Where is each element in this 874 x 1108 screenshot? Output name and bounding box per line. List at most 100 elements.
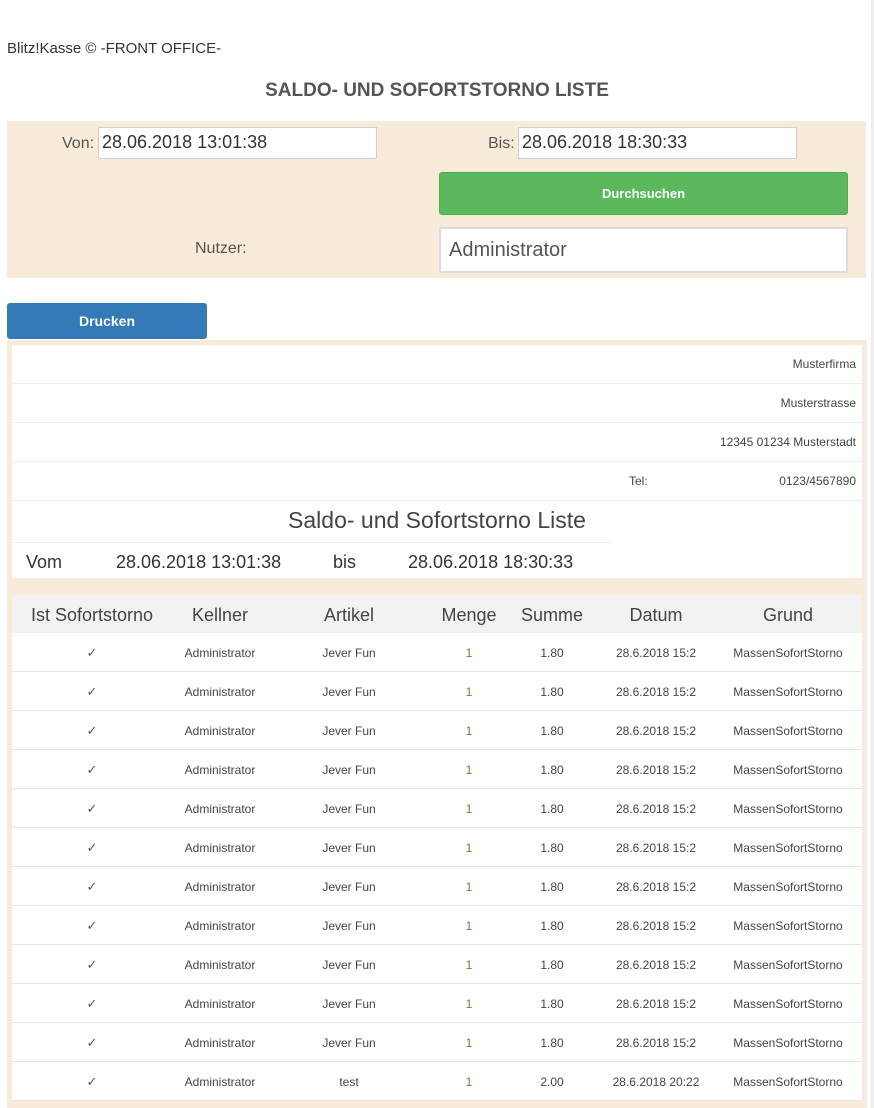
cell-datum: 28.6.2018 15:2 xyxy=(615,1036,697,1050)
cell-menge: 1 xyxy=(465,997,473,1011)
cell-artikel: Jever Fun xyxy=(322,1036,376,1050)
cell-menge: 1 xyxy=(465,1075,473,1089)
column-header-grund: Grund xyxy=(762,605,814,625)
cell-datum: 28.6.2018 15:2 xyxy=(615,997,697,1011)
phone-number: 0123/4567890 xyxy=(779,474,856,488)
checkmark-icon: ✓ xyxy=(86,918,98,933)
checkmark-icon: ✓ xyxy=(86,723,98,738)
checkmark-icon: ✓ xyxy=(86,801,98,816)
cell-datum: 28.6.2018 15:2 xyxy=(615,646,697,660)
phone-row: Tel: 0123/4567890 xyxy=(12,462,862,501)
checkmark-icon: ✓ xyxy=(86,957,98,972)
cell-menge: 1 xyxy=(465,685,473,699)
cell-grund: MassenSofortStorno xyxy=(733,802,843,816)
cell-menge: 1 xyxy=(465,1036,473,1050)
from-datetime-input[interactable]: 28.06.2018 13:01:38 xyxy=(98,127,377,159)
range-to-label: bis xyxy=(333,552,357,572)
checkmark-icon: ✓ xyxy=(86,1074,98,1089)
street-row: Musterstrasse xyxy=(12,384,862,423)
cell-kellner: Administrator xyxy=(184,919,256,933)
to-datetime-input[interactable]: 28.06.2018 18:30:33 xyxy=(518,127,797,159)
search-button[interactable]: Durchsuchen xyxy=(439,172,848,215)
cell-datum: 28.6.2018 15:2 xyxy=(615,919,697,933)
cell-menge: 1 xyxy=(465,958,473,972)
cell-artikel: Jever Fun xyxy=(322,997,376,1011)
cell-datum: 28.6.2018 15:2 xyxy=(615,685,697,699)
cell-grund: MassenSofortStorno xyxy=(733,997,843,1011)
cell-summe: 1.80 xyxy=(540,763,564,777)
cell-menge: 1 xyxy=(465,724,473,738)
table-row: ✓ Administrator Jever Fun 1 1.80 28.6.2018 15… xyxy=(12,1023,862,1062)
cell-summe: 2.00 xyxy=(540,1075,564,1089)
cell-artikel: test xyxy=(339,1075,359,1089)
cell-grund: MassenSofortStorno xyxy=(733,1036,843,1050)
table-row: ✓ Administrator test 1 2.00 28.6.2018 20:22 Ma… xyxy=(12,1062,862,1101)
phone-label: Tel: xyxy=(629,474,648,488)
cell-kellner: Administrator xyxy=(184,997,256,1011)
cell-artikel: Jever Fun xyxy=(322,880,376,894)
cell-kellner: Administrator xyxy=(184,841,256,855)
table-row: ✓ Administrator Jever Fun 1 1.80 28.6.2018 15… xyxy=(12,984,862,1023)
report-title: Saldo- und Sofortstorno Liste xyxy=(288,507,586,533)
city-row: 12345 01234 Musterstadt xyxy=(12,423,862,462)
cell-datum: 28.6.2018 15:2 xyxy=(615,724,697,738)
table-row: ✓ Administrator Jever Fun 1 1.80 28.6.2018 15… xyxy=(12,906,862,945)
to-label: Bis: xyxy=(488,135,515,152)
company-street: Musterstrasse xyxy=(780,396,856,410)
checkmark-icon: ✓ xyxy=(86,996,98,1011)
cell-menge: 1 xyxy=(465,763,473,777)
checkmark-icon: ✓ xyxy=(86,1035,98,1050)
cell-summe: 1.80 xyxy=(540,1036,564,1050)
from-label: Von: xyxy=(62,135,95,152)
checkmark-icon: ✓ xyxy=(86,879,98,894)
cell-datum: 28.6.2018 15:2 xyxy=(615,958,697,972)
app-title: Blitz!Kasse © -FRONT OFFICE- xyxy=(7,40,222,57)
cell-menge: 1 xyxy=(465,880,473,894)
cell-menge: 1 xyxy=(465,841,473,855)
filter-panel: Von: 28.06.2018 13:01:38 Bis: 28.06.2018… xyxy=(7,121,866,278)
checkmark-icon: ✓ xyxy=(86,684,98,699)
cell-summe: 1.80 xyxy=(540,724,564,738)
cell-artikel: Jever Fun xyxy=(322,919,376,933)
print-button[interactable]: Drucken xyxy=(7,303,207,339)
column-header-kellner: Kellner xyxy=(191,605,249,625)
cell-kellner: Administrator xyxy=(184,802,256,816)
cell-artikel: Jever Fun xyxy=(322,724,376,738)
cell-kellner: Administrator xyxy=(184,724,256,738)
column-header-artikel: Artikel xyxy=(323,605,374,625)
page-title: SALDO- UND SOFORTSTORNO LISTE xyxy=(265,80,609,101)
table-row: ✓ Administrator Jever Fun 1 1.80 28.6.2018 15… xyxy=(12,789,862,828)
cell-menge: 1 xyxy=(465,802,473,816)
table-row: ✓ Administrator Jever Fun 1 1.80 28.6.2018 15… xyxy=(12,867,862,906)
cell-menge: 1 xyxy=(465,919,473,933)
cell-summe: 1.80 xyxy=(540,802,564,816)
cell-artikel: Jever Fun xyxy=(322,646,376,660)
cell-kellner: Administrator xyxy=(184,880,256,894)
cell-summe: 1.80 xyxy=(540,919,564,933)
table-row: ✓ Administrator Jever Fun 1 1.80 28.6.2018 15… xyxy=(12,750,862,789)
cell-datum: 28.6.2018 15:2 xyxy=(615,841,697,855)
cell-kellner: Administrator xyxy=(184,1075,256,1089)
cell-grund: MassenSofortStorno xyxy=(733,841,843,855)
table-row: ✓ Administrator Jever Fun 1 1.80 28.6.2018 15… xyxy=(12,828,862,867)
cell-artikel: Jever Fun xyxy=(322,763,376,777)
table-row: ✓ Administrator Jever Fun 1 1.80 28.6.2018 15… xyxy=(12,711,862,750)
range-from-label: Vom xyxy=(26,552,63,572)
column-header-summe: Summe xyxy=(520,605,583,625)
checkmark-icon: ✓ xyxy=(86,762,98,777)
table-header: Ist Sofortstorno Kellner Artikel Menge S… xyxy=(12,595,862,633)
cell-grund: MassenSofortStorno xyxy=(733,685,843,699)
column-header-menge: Menge xyxy=(441,605,497,625)
cell-grund: MassenSofortStorno xyxy=(733,919,843,933)
table-body: ✓ Administrator Jever Fun 1 1.80 28.6.2018 15… xyxy=(12,633,862,1101)
cell-artikel: Jever Fun xyxy=(322,802,376,816)
user-label: Nutzer: xyxy=(195,240,247,257)
range-from-value: 28.06.2018 13:01:38 xyxy=(116,552,282,572)
table-row: ✓ Administrator Jever Fun 1 1.80 28.6.2018 15… xyxy=(12,633,862,672)
cell-datum: 28.6.2018 20:22 xyxy=(612,1075,700,1089)
report-header: Musterfirma Musterstrasse 12345 01234 Mu… xyxy=(12,345,862,578)
cell-kellner: Administrator xyxy=(184,1036,256,1050)
user-select[interactable]: Administrator xyxy=(439,227,848,273)
cell-kellner: Administrator xyxy=(184,958,256,972)
cell-datum: 28.6.2018 15:2 xyxy=(615,880,697,894)
